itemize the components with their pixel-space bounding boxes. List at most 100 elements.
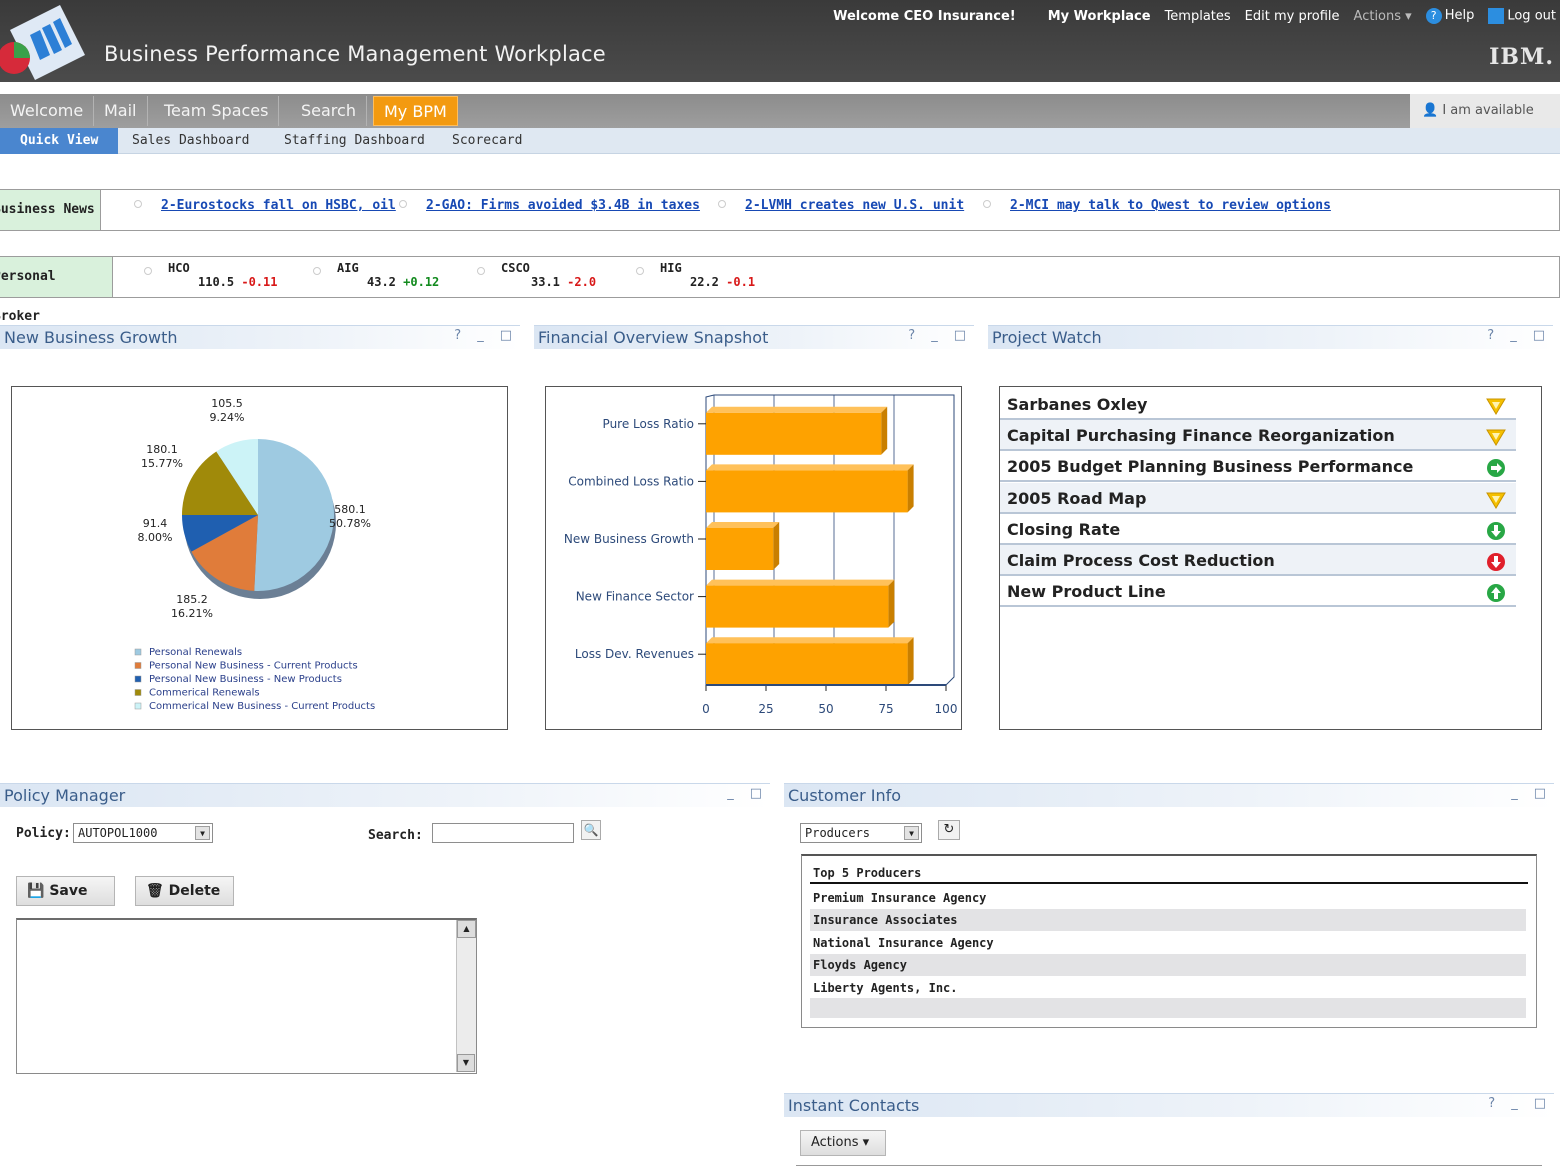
stock-quote[interactable]: AIG 43.2 +0.12 (337, 261, 439, 289)
producer-list-item[interactable]: Liberty Agents, Inc. (810, 977, 1526, 999)
maximize-icon[interactable]: □ (954, 328, 966, 343)
tick-label: 75 (878, 702, 893, 716)
minimize-icon[interactable]: _ (1511, 786, 1518, 801)
data-label-pct: 50.78% (329, 517, 371, 530)
bpm-logo-icon (0, 5, 85, 80)
save-button[interactable]: 💾 Save (16, 876, 115, 906)
bar-chart: 0 25 50 75 100 Pure Loss Ratio Combined Loss R… (564, 394, 957, 716)
minimize-icon[interactable]: _ (1511, 1096, 1518, 1111)
maximize-icon[interactable]: □ (1534, 786, 1546, 801)
availability-status[interactable]: 👤 I am available (1410, 94, 1560, 128)
data-label-pct: 15.77% (141, 457, 183, 470)
news-link-1[interactable]: 2-Eurostocks fall on HSBC, oil (161, 198, 396, 213)
customer-info-header: Customer Info _ □ (784, 783, 1554, 807)
bullet-icon (983, 200, 991, 208)
welcome-text: Welcome CEO Insurance! (833, 8, 1016, 24)
refresh-icon[interactable]: ↻ (938, 820, 960, 840)
yellow-down-arrow-icon (1486, 395, 1506, 415)
bar-chart-panel: 0 25 50 75 100 Pure Loss Ratio Combined Loss R… (545, 386, 962, 730)
project-name: New Product Line (1007, 582, 1166, 602)
project-watch-row[interactable]: 2005 Budget Planning Business Performanc… (1000, 451, 1516, 507)
stock-change: -0.11 (241, 275, 278, 289)
data-label-pct: 8.00% (138, 531, 173, 544)
legend-entry: Personal Renewals (149, 647, 242, 658)
personal-broker-ticker: Personal Broker HCO 110.5 -0.11 AIG 43.2 +… (0, 256, 1560, 324)
logout-link[interactable]: Log out (1488, 8, 1556, 24)
policy-select[interactable]: AUTOPOL1000 ▼ (73, 823, 213, 843)
stock-symbol: AIG (337, 261, 359, 275)
subtab-staffing-dashboard[interactable]: Staffing Dashboard (284, 128, 425, 154)
tab-my-bpm[interactable]: My BPM (373, 96, 458, 126)
project-watch-row[interactable]: New Product Line (1000, 576, 1516, 608)
minimize-icon[interactable]: _ (477, 328, 484, 343)
help-icon[interactable]: ? (908, 328, 915, 343)
instant-contacts-header: Instant Contacts ? _ □ (784, 1093, 1554, 1117)
minimize-icon[interactable]: _ (727, 786, 734, 801)
subtab-sales-dashboard[interactable]: Sales Dashboard (132, 128, 249, 154)
policy-text-area[interactable]: ▲ ▼ (16, 918, 477, 1074)
data-label-value: 185.2 (176, 593, 208, 606)
actions-button[interactable]: Actions ▾ (800, 1130, 886, 1156)
portlet-title: Financial Overview Snapshot (538, 328, 769, 347)
search-icon[interactable]: 🔍 (581, 820, 601, 840)
help-icon[interactable]: ? (1488, 1096, 1495, 1111)
subtab-quick-view[interactable]: Quick View (0, 128, 119, 154)
project-watch-row[interactable]: 2005 Road Map (1000, 482, 1516, 514)
tab-mail[interactable]: Mail (94, 96, 148, 126)
legend-entry: Commerical Renewals (149, 688, 260, 699)
project-watch-row[interactable]: Capital Purchasing Finance Reorganizatio… (1000, 420, 1516, 452)
project-watch-row[interactable]: Closing Rate (1000, 514, 1516, 545)
delete-button[interactable]: 🗑 Delete (135, 876, 234, 906)
news-link-3[interactable]: 2-LVMH creates new U.S. unit (745, 198, 964, 213)
project-watch-row[interactable]: Sarbanes Oxley (1000, 389, 1516, 420)
edit-profile-link[interactable]: Edit my profile (1245, 9, 1340, 24)
producer-list-item[interactable]: National Insurance Agency (810, 932, 1526, 954)
data-label-value: 580.1 (334, 503, 366, 516)
producer-list-item[interactable]: Floyds Agency (810, 954, 1526, 977)
help-icon[interactable]: ? (1487, 328, 1494, 343)
trash-icon: 🗑 (146, 883, 164, 899)
tab-search[interactable]: Search (291, 96, 367, 126)
tab-team-spaces[interactable]: Team Spaces (154, 96, 280, 126)
producer-list-item[interactable]: Insurance Associates (810, 909, 1526, 932)
bar-side (907, 637, 914, 686)
producers-select[interactable]: Producers ▼ (800, 823, 922, 843)
tab-welcome[interactable]: Welcome (0, 96, 95, 126)
maximize-icon[interactable]: □ (1533, 328, 1545, 343)
chevron-down-icon: ▾ (1405, 8, 1412, 24)
maximize-icon[interactable]: □ (750, 786, 762, 801)
green-down-arrow-icon (1486, 520, 1506, 540)
producer-list-item[interactable]: Premium Insurance Agency (810, 887, 1526, 909)
legend-swatch (134, 662, 142, 669)
subtab-scorecard[interactable]: Scorecard (452, 128, 522, 154)
minimize-icon[interactable]: _ (1510, 328, 1517, 343)
maximize-icon[interactable]: □ (500, 328, 512, 343)
stock-price: 110.5 (198, 275, 235, 289)
help-icon[interactable]: ? (454, 328, 461, 343)
my-workplace-link[interactable]: My Workplace (1048, 9, 1151, 24)
stock-change: -2.0 (567, 275, 597, 289)
business-news-ticker: Business News 2-Eurostocks fall on HSBC,… (0, 189, 1560, 231)
maximize-icon[interactable]: □ (1534, 1096, 1546, 1111)
project-watch-row[interactable]: Claim Process Cost Reduction (1000, 545, 1516, 576)
bar (706, 643, 908, 686)
policy-label: Policy: (16, 826, 71, 841)
person-icon: 👤 (1422, 103, 1439, 118)
stock-quote[interactable]: HIG 22.2 -0.1 (660, 261, 755, 289)
scroll-down-icon[interactable]: ▼ (457, 1054, 475, 1072)
chevron-down-icon: ▼ (195, 826, 210, 840)
stock-quote[interactable]: CSCO 33.1 -2.0 (501, 261, 596, 289)
scrollbar[interactable]: ▲ ▼ (456, 920, 476, 1072)
minimize-icon[interactable]: _ (931, 328, 938, 343)
bar (706, 412, 882, 455)
help-link[interactable]: ? Help (1425, 8, 1474, 24)
news-link-2[interactable]: 2-GAO: Firms avoided $3.4B in taxes (426, 198, 700, 213)
chevron-down-icon: ▾ (862, 1135, 870, 1150)
producers-list-title: Top 5 Producers (810, 862, 1528, 884)
stock-quote[interactable]: HCO 110.5 -0.11 (168, 261, 277, 289)
search-input[interactable] (432, 823, 574, 843)
scroll-up-icon[interactable]: ▲ (457, 920, 476, 938)
templates-link[interactable]: Templates (1165, 9, 1231, 24)
actions-menu[interactable]: Actions ▾ (1354, 9, 1412, 24)
news-link-4[interactable]: 2-MCI may talk to Qwest to review option… (1010, 198, 1331, 213)
